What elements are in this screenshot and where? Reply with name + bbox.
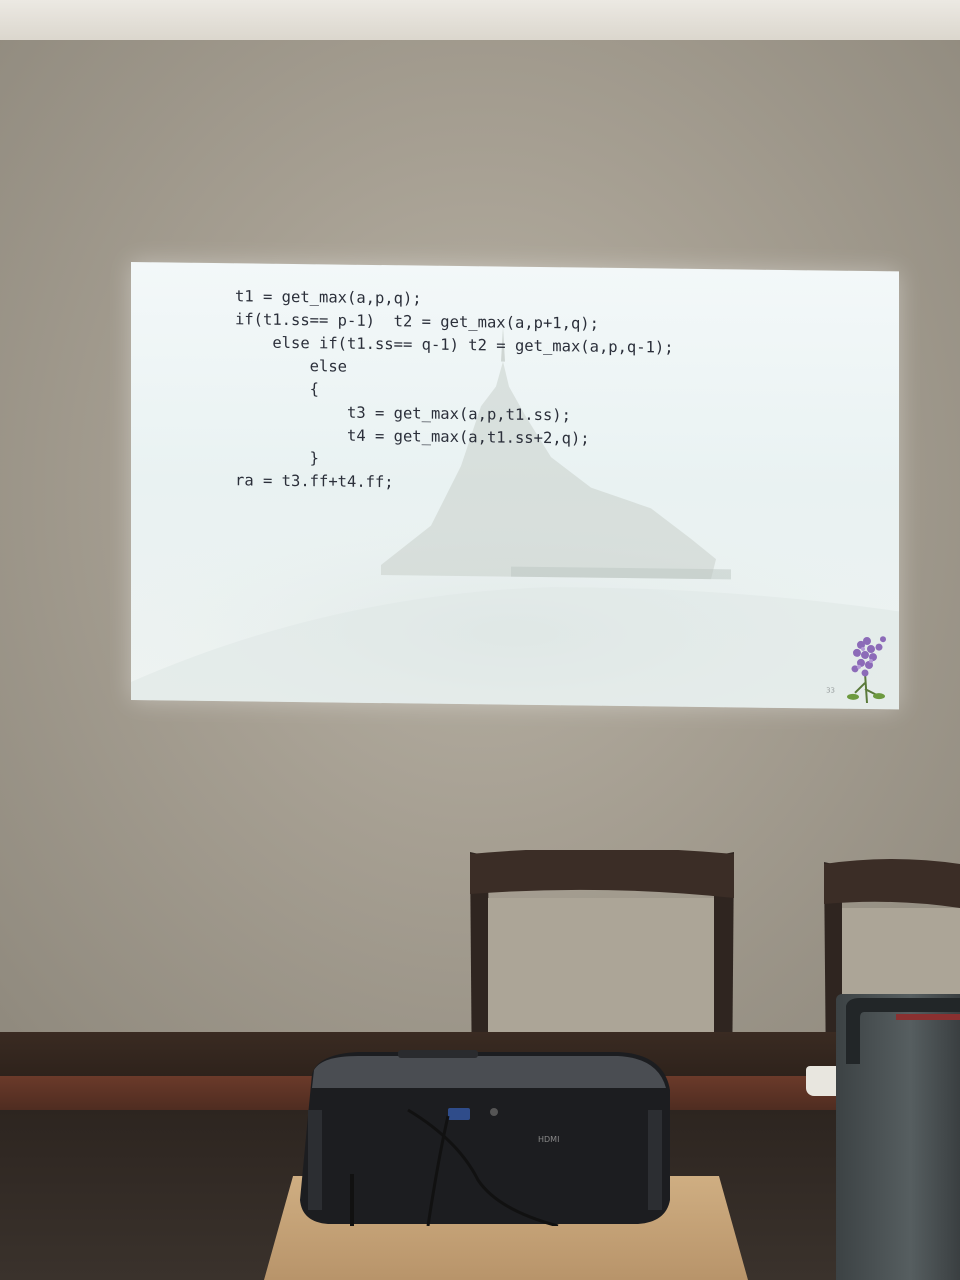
code-line-7: t4 = get_max(a,t1.ss+2,q); [235,425,590,448]
code-line-1: t1 = get_max(a,p,q); [235,287,422,308]
slide-page-number: 33 [826,686,835,695]
svg-text:HDMI: HDMI [538,1135,559,1144]
code-line-6: t3 = get_max(a,p,t1.ss); [235,402,571,425]
projector: HDMI [300,1050,670,1226]
projected-slide: t1 = get_max(a,p,q); if(t1.ss== p-1) t2 … [131,262,899,710]
code-line-4: else [235,356,347,376]
lilac-flower-icon [847,636,886,704]
computer-case-handle [846,998,960,1064]
computer-case [836,994,960,1280]
code-line-5: { [235,379,319,399]
code-block: t1 = get_max(a,p,q); if(t1.ss== p-1) t2 … [235,285,674,497]
code-line-2: if(t1.ss== p-1) t2 = get_max(a,p+1,q); [235,310,599,333]
code-line-8: } [235,448,319,468]
code-line-9: ra = t3.ff+t4.ff; [235,471,394,492]
code-line-3: else if(t1.ss== q-1) t2 = get_max(a,p,q-… [235,333,674,357]
